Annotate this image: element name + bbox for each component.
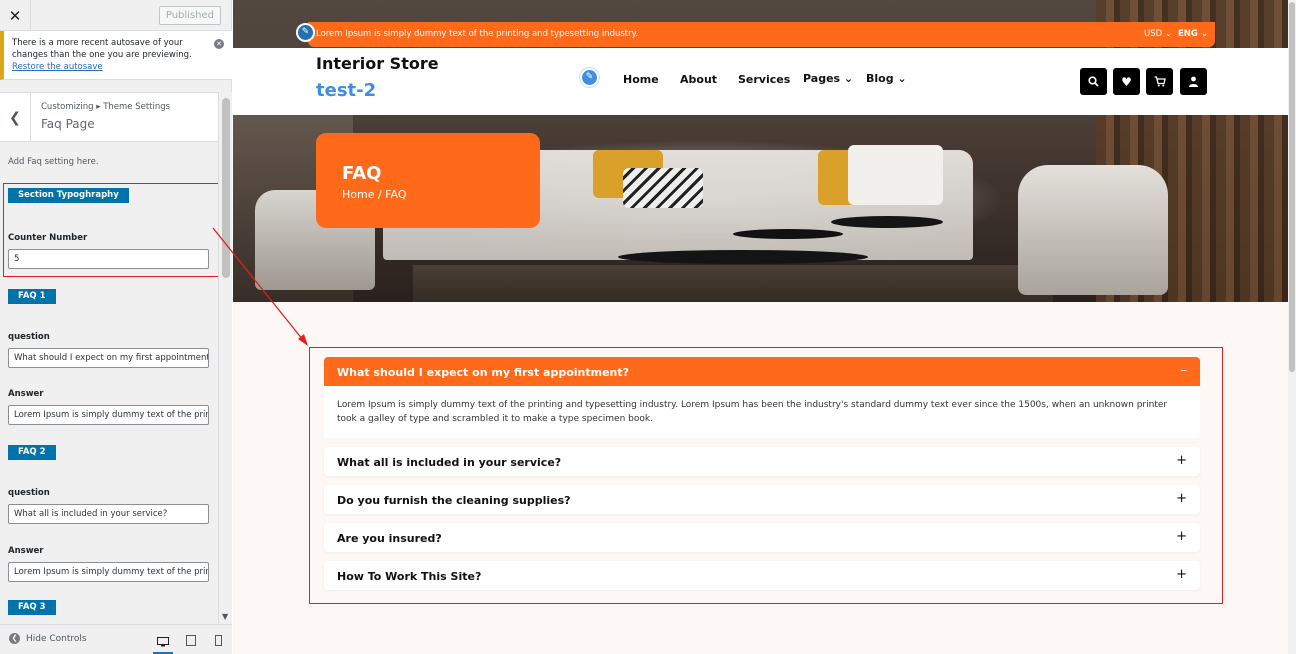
hero-pillow: [848, 145, 943, 205]
customizer-footer: ❮ Hide Controls: [0, 624, 232, 654]
hide-controls-label: Hide Controls: [26, 633, 87, 644]
language-selector[interactable]: ENG ⌄: [1178, 29, 1208, 39]
chevron-down-icon: ⌄: [1164, 29, 1172, 39]
scroll-down-icon[interactable]: ▼: [222, 612, 228, 621]
nav-pages[interactable]: Pages ⌄: [803, 72, 853, 85]
restore-autosave-link[interactable]: Restore the autosave: [12, 62, 103, 72]
currency-selector[interactable]: USD ⌄: [1144, 29, 1172, 39]
page-title: FAQ: [342, 163, 382, 184]
search-icon[interactable]: [1080, 68, 1107, 95]
hero-rug: [413, 265, 1053, 302]
autosave-notice: There is a more recent autosave of your …: [0, 31, 232, 80]
panel-description: Add Faq setting here.: [8, 157, 99, 167]
chevron-down-icon: ⌄: [840, 72, 854, 85]
expand-plus-icon[interactable]: +: [1176, 453, 1187, 468]
mobile-preview-icon[interactable]: [208, 631, 228, 649]
language-label: ENG: [1178, 29, 1198, 39]
hide-controls-button[interactable]: ❮ Hide Controls: [9, 633, 87, 644]
faq1-badge: FAQ 1: [8, 289, 56, 304]
faq-question: How To Work This Site?: [337, 570, 482, 583]
faq1-answer-label: Answer: [8, 389, 44, 399]
breadcrumb[interactable]: Home / FAQ: [342, 188, 407, 201]
panel-title: Faq Page: [41, 117, 95, 131]
faq2-answer-input[interactable]: Lorem Ipsum is simply dummy text of the …: [8, 562, 209, 582]
faq-item-1-answer: Lorem Ipsum is simply dummy text of the …: [324, 386, 1200, 438]
faq2-answer-label: Answer: [8, 546, 44, 556]
faq-item-4[interactable]: Are you insured? +: [324, 523, 1200, 552]
expand-plus-icon[interactable]: +: [1176, 491, 1187, 506]
faq3-badge: FAQ 3: [8, 600, 56, 615]
chevron-down-icon: ⌄: [1200, 29, 1208, 39]
desktop-preview-icon[interactable]: [153, 631, 173, 654]
chevron-down-icon: ⌄: [893, 72, 907, 85]
hero-table: [618, 250, 868, 264]
site-header: Interior Store test-2 ✎ Home About Servi…: [233, 48, 1296, 115]
faq-settings-panel: ❮ Customizing ▸ Theme Settings Faq Page …: [0, 92, 218, 624]
currency-label: USD: [1144, 29, 1163, 39]
collapse-icon: ❮: [9, 633, 20, 644]
faq-item-1-header[interactable]: What should I expect on my first appoint…: [324, 357, 1200, 386]
published-button[interactable]: Published: [158, 6, 221, 25]
hero-table: [733, 229, 843, 239]
faq-question: Are you insured?: [337, 532, 442, 545]
scrollbar-thumb[interactable]: [1289, 2, 1295, 372]
announcement-bar: Lorem Ipsum is simply dummy text of the …: [308, 22, 1215, 47]
faq-item-3[interactable]: Do you furnish the cleaning supplies? +: [324, 485, 1200, 514]
faq-question: What should I expect on my first appoint…: [337, 366, 630, 379]
faq2-question-input[interactable]: What all is included in your service?: [8, 504, 209, 524]
heart-icon[interactable]: ♥: [1113, 68, 1140, 95]
faq-item-5[interactable]: How To Work This Site? +: [324, 561, 1200, 590]
site-preview: Lorem Ipsum is simply dummy text of the …: [233, 0, 1296, 654]
annotation-highlight-box: [3, 183, 221, 277]
site-tagline: test-2: [316, 80, 377, 101]
site-title[interactable]: Interior Store: [316, 54, 439, 73]
customizer-sidebar: ✕ Published There is a more recent autos…: [0, 0, 232, 654]
edit-pencil-icon[interactable]: ✎: [296, 23, 315, 42]
user-icon[interactable]: [1180, 68, 1207, 95]
nav-blog-label: Blog: [866, 72, 894, 85]
nav-blog[interactable]: Blog ⌄: [866, 72, 907, 85]
preview-scrollbar[interactable]: [1288, 0, 1296, 654]
nav-about[interactable]: About: [680, 73, 717, 86]
faq-question: Do you furnish the cleaning supplies?: [337, 494, 571, 507]
edit-pencil-icon[interactable]: ✎: [580, 68, 599, 87]
nav-home[interactable]: Home: [623, 73, 659, 86]
nav-services[interactable]: Services: [738, 73, 790, 86]
faq-question: What all is included in your service?: [337, 456, 562, 469]
faq1-answer-input[interactable]: Lorem Ipsum is simply dummy text of the …: [8, 405, 209, 425]
faq-item-2[interactable]: What all is included in your service? +: [324, 447, 1200, 476]
panel-scrollbar[interactable]: ▼: [218, 92, 232, 624]
collapse-minus-icon[interactable]: –: [1181, 363, 1188, 378]
customizer-header: ✕ Published: [0, 0, 231, 31]
nav-pages-label: Pages: [803, 72, 841, 85]
expand-plus-icon[interactable]: +: [1176, 529, 1187, 544]
faq1-question-input[interactable]: What should I expect on my first appoint…: [8, 348, 209, 368]
hero-pillow: [623, 168, 703, 208]
panel-header: ❮ Customizing ▸ Theme Settings Faq Page: [0, 92, 218, 142]
tablet-preview-icon[interactable]: [181, 631, 201, 649]
announcement-text: Lorem Ipsum is simply dummy text of the …: [316, 29, 639, 39]
faq1-question-label: question: [8, 332, 50, 342]
hero-table: [831, 216, 943, 228]
expand-plus-icon[interactable]: +: [1176, 567, 1187, 582]
faq2-badge: FAQ 2: [8, 445, 56, 460]
autosave-notice-text: There is a more recent autosave of your …: [12, 38, 192, 60]
scrollbar-thumb[interactable]: [222, 98, 230, 278]
back-arrow-icon[interactable]: ❮: [0, 93, 31, 142]
close-icon[interactable]: ✕: [0, 0, 31, 31]
panel-breadcrumb: Customizing ▸ Theme Settings: [41, 102, 171, 112]
dismiss-notice-icon[interactable]: ✕: [214, 39, 224, 49]
cart-icon[interactable]: [1146, 68, 1173, 95]
hero-armchair-right: [1018, 165, 1168, 295]
faq2-question-label: question: [8, 488, 50, 498]
page-banner: FAQ Home / FAQ: [316, 133, 540, 228]
